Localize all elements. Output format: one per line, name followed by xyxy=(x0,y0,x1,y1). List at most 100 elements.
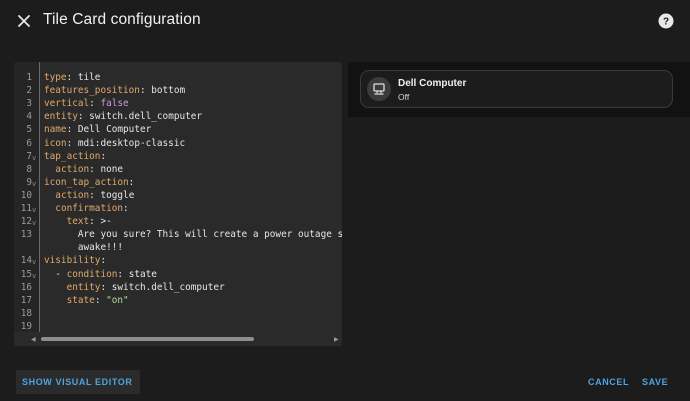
close-icon[interactable] xyxy=(13,10,35,32)
yaml-key: text xyxy=(66,216,90,228)
line-number: 19 xyxy=(20,320,32,332)
yaml-value: toggle xyxy=(100,189,135,201)
code-line: type: tile xyxy=(44,72,100,83)
yaml-value: false xyxy=(100,98,129,110)
yaml-separator: : xyxy=(123,203,129,214)
line-number: 11 xyxy=(20,203,32,214)
line-number: 14 xyxy=(20,255,32,267)
code-line: awake!!! xyxy=(44,242,123,253)
show-visual-editor-button[interactable]: SHOW VISUAL EDITOR xyxy=(16,370,140,394)
dialog: Tile Card configuration ? 1 2 3 4 5 6 7 v 8 9 v 10 1… xyxy=(0,0,690,401)
code-line: features_position: bottom xyxy=(44,85,185,96)
fold-chevron-icon[interactable]: v xyxy=(32,206,36,214)
yaml-key: entity xyxy=(66,281,101,293)
yaml-separator: : xyxy=(117,268,129,280)
yaml-separator: : xyxy=(77,111,90,123)
yaml-value: Dell Computer xyxy=(77,124,152,136)
help-circle-icon[interactable]: ? xyxy=(656,11,676,31)
yaml-value: awake!!! xyxy=(77,242,124,254)
yaml-separator: : xyxy=(100,281,112,293)
yaml-value: switch.dell_computer xyxy=(111,281,225,293)
dialog-title: Tile Card configuration xyxy=(43,11,201,28)
line-number: 3 xyxy=(26,98,32,110)
line-number: 17 xyxy=(20,294,32,306)
code-line: entity: switch.dell_computer xyxy=(44,282,225,293)
code-line: state: "on" xyxy=(44,295,129,306)
yaml-separator: : xyxy=(139,85,152,97)
yaml-separator: : xyxy=(94,294,107,306)
fold-chevron-icon[interactable]: v xyxy=(32,219,36,227)
yaml-key: features_position xyxy=(44,85,140,97)
scrollbar-thumb[interactable] xyxy=(41,337,254,341)
yaml-key: action xyxy=(55,189,90,201)
code-line: icon: mdi:desktop-classic xyxy=(44,138,185,149)
code-line: action: toggle xyxy=(44,190,134,201)
line-number: 1 xyxy=(26,72,32,83)
code-line: text: >- xyxy=(44,216,112,227)
fold-chevron-icon[interactable]: v xyxy=(32,154,36,162)
fold-chevron-icon[interactable]: v xyxy=(32,272,36,280)
yaml-separator: : xyxy=(100,255,107,267)
yaml-value: Are you sure? This will create a power o… xyxy=(77,229,342,241)
tile-card-preview[interactable]: Dell Computer Off xyxy=(360,70,673,108)
line-number-gutter: 1 2 3 4 5 6 7 v 8 9 v 10 11 v 12 v 13 14 v 15 v 16 17 18 19 xyxy=(14,62,40,332)
fold-chevron-icon[interactable]: v xyxy=(32,180,36,188)
code-line: visibility: xyxy=(44,255,106,266)
code-line: entity: switch.dell_computer xyxy=(44,111,202,122)
cancel-button[interactable]: CANCEL xyxy=(588,377,629,387)
scroll-left-icon[interactable]: ◀ xyxy=(31,336,36,343)
code-line: - condition: state xyxy=(44,269,157,280)
desktop-classic-icon[interactable] xyxy=(367,77,391,101)
code-line: tap_action: xyxy=(44,151,106,162)
line-number: 16 xyxy=(20,281,32,293)
fold-chevron-icon[interactable]: v xyxy=(32,258,36,266)
code-line: action: none xyxy=(44,164,123,175)
line-number: 9 xyxy=(26,176,32,188)
line-number: 4 xyxy=(26,111,32,123)
yaml-value: mdi:desktop-classic xyxy=(77,137,186,149)
scroll-right-icon[interactable]: ▶ xyxy=(334,336,339,343)
yaml-separator: : xyxy=(89,216,101,228)
yaml-key: entity xyxy=(44,111,78,123)
yaml-code-editor[interactable]: 1 2 3 4 5 6 7 v 8 9 v 10 11 v 12 v 13 14 v 15 v 16 17 18 19 type… xyxy=(14,62,342,346)
save-button[interactable]: SAVE xyxy=(642,377,668,387)
yaml-key: tap_action xyxy=(44,150,101,162)
horizontal-scrollbar[interactable] xyxy=(40,336,340,342)
line-number: 5 xyxy=(26,124,32,136)
yaml-value: >- xyxy=(100,216,112,228)
yaml-separator: : xyxy=(89,98,101,110)
yaml-key: confirmation xyxy=(55,203,124,214)
yaml-key: action xyxy=(55,163,90,175)
yaml-value: state xyxy=(128,268,157,280)
yaml-separator: : xyxy=(66,137,78,149)
yaml-separator: : xyxy=(66,72,78,83)
yaml-separator: : xyxy=(89,189,101,201)
code-line: name: Dell Computer xyxy=(44,124,151,135)
yaml-value: tile xyxy=(77,72,101,83)
yaml-value: none xyxy=(100,163,124,175)
yaml-separator: : xyxy=(100,150,107,162)
yaml-value: bottom xyxy=(151,85,186,97)
line-number: 12 xyxy=(20,216,32,228)
show-visual-editor-label: SHOW VISUAL EDITOR xyxy=(22,377,133,387)
yaml-separator: : xyxy=(89,163,101,175)
tile-name: Dell Computer xyxy=(398,78,467,89)
code-area[interactable]: type: tile features_position: bottom verti… xyxy=(39,62,342,332)
yaml-key: icon xyxy=(44,137,67,149)
line-number: 18 xyxy=(20,307,32,319)
line-number: 15 xyxy=(20,268,32,280)
yaml-separator: : xyxy=(66,124,78,136)
yaml-key: vertical xyxy=(44,98,90,110)
tile-state: Off xyxy=(398,92,410,102)
yaml-key: icon_tap_action xyxy=(44,176,129,188)
yaml-key: visibility xyxy=(44,255,101,267)
yaml-value: "on" xyxy=(106,294,129,306)
yaml-key: condition xyxy=(66,268,118,280)
